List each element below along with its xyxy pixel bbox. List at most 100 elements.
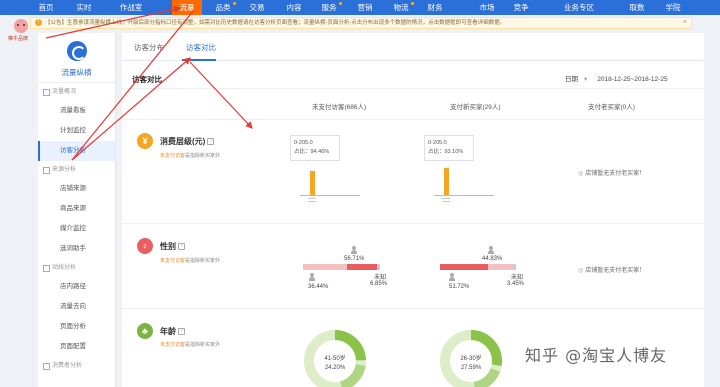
- axis-tick: [442, 201, 450, 202]
- x-axis: [434, 195, 494, 196]
- divider: [122, 119, 704, 120]
- help-icon[interactable]: ?: [207, 138, 215, 146]
- tab-bar: 访客分布 访客对比: [122, 33, 704, 61]
- male-person-icon: [309, 273, 315, 281]
- brand-avatar-label: 椎牛品牌: [8, 36, 29, 42]
- male-person-icon: [449, 273, 455, 281]
- section-title-gender: 性别?: [160, 241, 185, 252]
- unknown-percent: 6.85%: [370, 281, 388, 287]
- nav-item-label: 业务专区: [564, 3, 594, 12]
- tab-visitor-comparison[interactable]: 访客对比: [182, 42, 220, 53]
- section-title-age: 年龄?: [160, 326, 185, 337]
- female-bar[interactable]: [347, 264, 377, 270]
- nav-item[interactable]: 品类: [208, 0, 238, 15]
- help-icon[interactable]: ?: [178, 243, 185, 251]
- nav-item-label: 市场: [479, 3, 495, 12]
- unknown-bar[interactable]: [377, 264, 380, 270]
- tooltip-range: 0-205.0: [294, 140, 313, 146]
- female-person-icon: [351, 246, 357, 254]
- notice-text: 【公告】生意参谋流量纵横上线，升级后部分指标口径有调整，如需对比历史数据请在访客…: [45, 20, 506, 26]
- nav-item-label: 品类: [215, 3, 231, 12]
- nav-item-label: 首页: [38, 3, 54, 12]
- nav-item[interactable]: 业务专区: [564, 0, 594, 15]
- consume-bar-unpaid[interactable]: [310, 171, 315, 195]
- divider: [122, 88, 704, 89]
- main-content: 访客分布 访客对比 访客对比 日期 ▾ 2018-12-25~2018-12-25 …: [122, 33, 704, 387]
- sidebar-item[interactable]: 商品来源: [38, 199, 115, 219]
- sidebar-item[interactable]: 流量去向: [38, 297, 115, 317]
- nav-item-label: 财务: [427, 3, 443, 12]
- sidebar-item[interactable]: 媒介监控: [38, 219, 115, 239]
- new-badge-dot: [233, 2, 236, 5]
- nav-item[interactable]: 首页: [31, 0, 61, 15]
- male-bar[interactable]: [488, 264, 514, 270]
- col-header-new-buyers: 支付新买家(29人): [450, 104, 501, 111]
- nav-item-label: 流量: [179, 3, 195, 12]
- sidebar-item[interactable]: 店铺来源: [38, 179, 115, 199]
- nav-item-label: 学院: [665, 3, 681, 12]
- sidebar-brand-title: 流量纵横: [61, 68, 92, 77]
- sidebar-item[interactable]: 选词助手: [38, 239, 115, 259]
- no-data-message: 店铺暂无支付老买家！: [578, 265, 645, 274]
- male-percent: 36.44%: [308, 284, 329, 290]
- nav-item-label: 实时: [76, 3, 92, 12]
- cow-face-icon: [14, 19, 28, 33]
- sidebar-item[interactable]: 访客分析: [38, 141, 115, 161]
- card-title: 访客对比: [132, 75, 162, 84]
- section-title-consume-level: 消费层级(元)?: [160, 136, 215, 147]
- consume-bar-new-buyers[interactable]: [444, 168, 449, 195]
- female-bar[interactable]: [440, 264, 488, 270]
- sidebar-item[interactable]: 计划监控: [38, 121, 115, 141]
- nav-item[interactable]: 作战室: [116, 0, 146, 15]
- gender-icon: ♀: [137, 238, 153, 254]
- brand-avatar: 椎牛品牌: [8, 19, 32, 42]
- date-range: 2018-12-25~2018-12-25: [597, 76, 668, 83]
- nav-item[interactable]: 实时: [69, 0, 99, 15]
- nav-item[interactable]: 交易: [242, 0, 272, 15]
- nav-item[interactable]: 市场: [472, 0, 502, 15]
- nav-item-label: 物流: [393, 3, 409, 12]
- nav-item[interactable]: 流量: [172, 0, 202, 15]
- date-selector[interactable]: 日期 ▾ 2018-12-25~2018-12-25: [565, 73, 668, 83]
- sidebar-item[interactable]: 页面配置: [38, 337, 115, 357]
- active-tab-indicator: [182, 59, 216, 61]
- chevron-down-icon[interactable]: ▾: [584, 75, 587, 83]
- nav-item[interactable]: 营销: [350, 0, 380, 15]
- nav-item[interactable]: 竞争: [506, 0, 536, 15]
- new-badge-dot: [339, 2, 342, 5]
- unknown-label: 未知: [374, 275, 387, 281]
- tooltip-range: 0-205.0: [428, 140, 447, 146]
- donut-range: 26-30岁: [460, 356, 482, 362]
- info-icon: !: [35, 19, 42, 26]
- sidebar-group-label: 消费者分析: [38, 357, 115, 375]
- sidebar-item[interactable]: 页面分析: [38, 317, 115, 337]
- x-axis: [300, 195, 360, 196]
- sidebar-group-label: 流量概况: [38, 83, 115, 101]
- male-bar[interactable]: [303, 264, 347, 270]
- donut-percent: 27.59%: [460, 365, 482, 371]
- nav-item-label: 服务: [321, 3, 337, 12]
- section-subtitle: 未支付访客是指除新买家外: [160, 258, 221, 264]
- sidebar-item[interactable]: 店内路径: [38, 277, 115, 297]
- nav-item-label: 取数: [629, 3, 645, 12]
- nav-item[interactable]: 学院: [658, 0, 688, 15]
- donut-percent: 24.20%: [324, 365, 346, 371]
- traffic-compass-icon: [66, 41, 87, 61]
- close-icon[interactable]: ×: [683, 18, 687, 28]
- nav-item-label: 作战室: [119, 3, 143, 12]
- sidebar-item[interactable]: 流量看板: [38, 101, 115, 121]
- nav-item[interactable]: 内容: [279, 0, 309, 15]
- tab-visitor-distribution[interactable]: 访客分布: [130, 42, 168, 53]
- help-icon[interactable]: ?: [178, 328, 185, 336]
- nav-item[interactable]: 服务: [314, 0, 344, 15]
- nav-item-label: 交易: [249, 3, 265, 12]
- nav-item[interactable]: 物流: [386, 0, 416, 15]
- nav-item[interactable]: 取数: [622, 0, 652, 15]
- unknown-bar[interactable]: [514, 264, 516, 270]
- divider: [122, 223, 704, 224]
- female-percent: 56.71%: [344, 256, 365, 262]
- yuan-icon: ¥: [137, 133, 153, 149]
- tooltip-percent: 占比：94.46%: [294, 149, 330, 155]
- nav-item[interactable]: 财务: [420, 0, 450, 15]
- sidebar-group-label: 动线分析: [38, 259, 115, 277]
